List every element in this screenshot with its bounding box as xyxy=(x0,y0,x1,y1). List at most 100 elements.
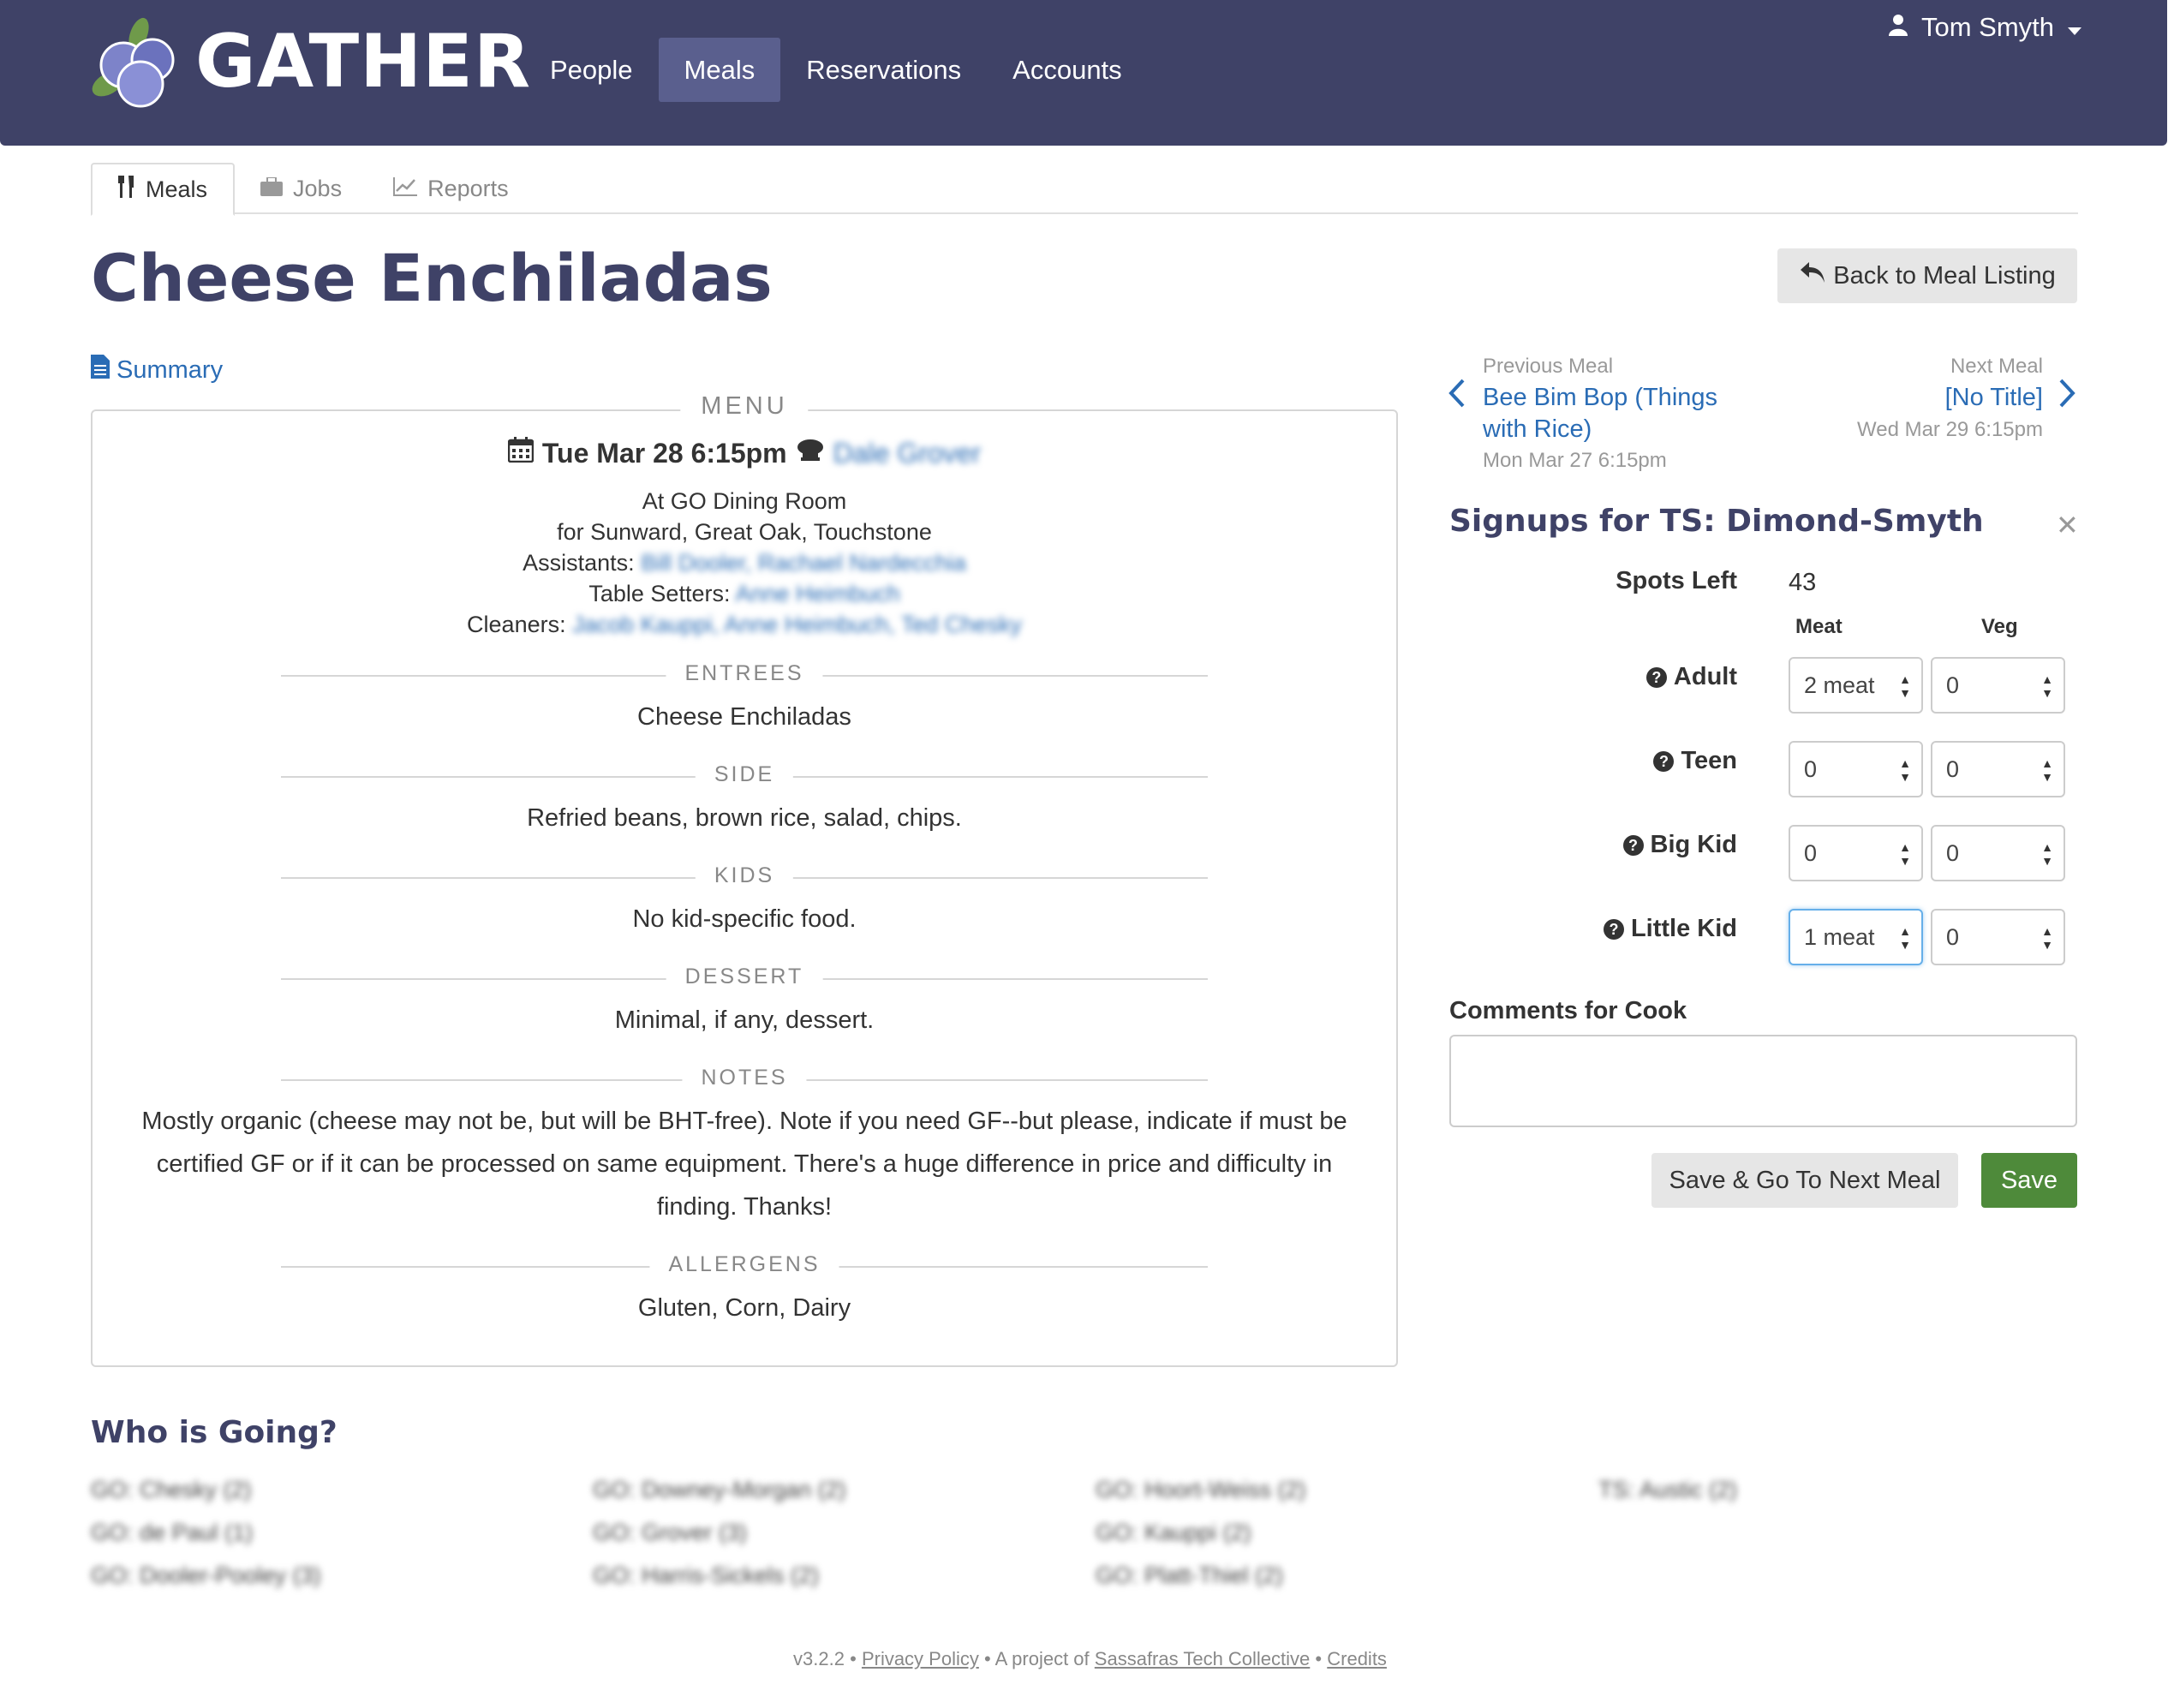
comments-label: Comments for Cook xyxy=(1449,997,1687,1024)
row-label-little-kid: ? Little Kid xyxy=(1508,915,1737,943)
allergens-text: Gluten, Corn, Dairy xyxy=(637,1294,851,1322)
question-circle-icon[interactable]: ? xyxy=(1653,751,1675,772)
document-icon xyxy=(91,355,110,385)
meal-communities: for Sunward, Great Oak, Touchstone xyxy=(557,519,932,545)
question-circle-icon[interactable]: ? xyxy=(1645,667,1667,688)
select-arrows-icon: ▲ ▼ xyxy=(1899,924,1911,952)
row-label-teen: ? Teen xyxy=(1508,747,1737,775)
attendee-item: GO: Kauppi (2) xyxy=(1096,1520,1251,1545)
summary-label: Summary xyxy=(116,355,224,384)
privacy-policy-link[interactable]: Privacy Policy xyxy=(862,1648,979,1669)
meal-datetime: Tue Mar 28 6:15pm Dale Grover xyxy=(93,437,1396,469)
attendee-item: GO: Grover (3) xyxy=(593,1520,748,1545)
subtab-jobs-label: Jobs xyxy=(293,175,343,201)
menu-panel: MENU Tue Mar 28 6:15pm Dale Grover At GO… xyxy=(91,392,1398,1367)
page-footer: v3.2.2 • Privacy Policy • A project of S… xyxy=(793,1648,1387,1669)
adult-meat-select[interactable]: 2 meat ▲ ▼ xyxy=(1789,657,1923,714)
top-navbar: GATHER People Meals Reservations Account… xyxy=(0,0,2167,146)
nav-meals[interactable]: Meals xyxy=(658,38,781,102)
nav-reservations[interactable]: Reservations xyxy=(780,38,987,102)
adult-veg-select[interactable]: 0 ▲ ▼ xyxy=(1931,657,2065,714)
spots-left-label: Spots Left xyxy=(1616,567,1737,594)
close-icon[interactable]: ✕ xyxy=(2056,509,2079,541)
page-title: Cheese Enchiladas xyxy=(91,240,773,316)
calendar-icon xyxy=(507,437,535,469)
save-button[interactable]: Save xyxy=(1981,1153,2077,1208)
row-label-adult: ? Adult xyxy=(1508,663,1737,691)
teen-meat-select[interactable]: 0 ▲ ▼ xyxy=(1789,741,1923,797)
cleaners-names[interactable]: Jacob Kauppi, Anne Heimbuch, Ted Chesky xyxy=(572,612,1022,637)
previous-meal-date: Mon Mar 27 6:15pm xyxy=(1483,449,1667,472)
veg-column-header: Veg xyxy=(1981,615,2018,638)
big-kid-meat-select[interactable]: 0 ▲ ▼ xyxy=(1789,825,1923,881)
assistants-names[interactable]: Bill Dooler, Rachael Nardecchia xyxy=(641,550,966,576)
user-icon xyxy=(1888,12,1908,43)
subtab-reports-label: Reports xyxy=(427,175,509,201)
brand-name: GATHER xyxy=(195,19,532,105)
section-dessert: DESSERT xyxy=(281,964,1208,989)
reply-arrow-icon xyxy=(1799,260,1826,291)
previous-meal-link[interactable]: Bee Bim Bop (Things with Rice) xyxy=(1483,382,1717,445)
section-kids: KIDS xyxy=(281,863,1208,888)
summary-link[interactable]: Summary xyxy=(91,355,223,385)
subtab-meals-label: Meals xyxy=(146,176,208,202)
teen-veg-select[interactable]: 0 ▲ ▼ xyxy=(1931,741,2065,797)
credits-link[interactable]: Credits xyxy=(1327,1648,1387,1669)
subtab-reports[interactable]: Reports xyxy=(367,163,535,214)
attendee-item: GO: Dooler-Pooley (3) xyxy=(91,1562,321,1588)
attendee-item: GO: Harris-Sickels (2) xyxy=(593,1562,820,1588)
little-kid-veg-select[interactable]: 0 ▲ ▼ xyxy=(1931,909,2065,965)
subtab-meals[interactable]: Meals xyxy=(91,163,236,216)
briefcase-icon xyxy=(260,176,284,202)
menu-legend: MENU xyxy=(680,392,809,421)
meal-assistants: Assistants: Bill Dooler, Rachael Nardecc… xyxy=(523,550,966,576)
little-kid-meat-select[interactable]: 1 meat ▲ ▼ xyxy=(1789,909,1923,965)
chevron-left-icon[interactable] xyxy=(1448,375,1466,418)
back-to-listing-button[interactable]: Back to Meal Listing xyxy=(1777,248,2077,303)
attendee-item: GO: de Paul (1) xyxy=(91,1520,254,1545)
chef-hat-icon xyxy=(796,438,825,469)
meat-column-header: Meat xyxy=(1795,615,1843,638)
big-kid-veg-select[interactable]: 0 ▲ ▼ xyxy=(1931,825,2065,881)
kids-text: No kid-specific food. xyxy=(632,905,857,933)
select-arrows-icon: ▲ ▼ xyxy=(2041,756,2053,784)
save-and-next-button[interactable]: Save & Go To Next Meal xyxy=(1651,1153,1958,1208)
next-meal-link[interactable]: [No Title] xyxy=(1945,382,2043,414)
next-meal-date: Wed Mar 29 6:15pm xyxy=(1857,418,2043,441)
entrees-text: Cheese Enchiladas xyxy=(637,703,851,731)
meal-cleaners: Cleaners: Jacob Kauppi, Anne Heimbuch, T… xyxy=(467,612,1022,637)
attendee-item: GO: Downey-Morgan (2) xyxy=(593,1477,846,1502)
meal-table-setters: Table Setters: Anne Heimbuch xyxy=(588,581,900,606)
line-chart-icon xyxy=(393,176,418,202)
select-arrows-icon: ▲ ▼ xyxy=(2041,924,2053,952)
meals-subtabs: Meals Jobs Reports xyxy=(91,163,2078,216)
gather-logo[interactable]: GATHER xyxy=(89,15,531,108)
select-arrows-icon: ▲ ▼ xyxy=(2041,840,2053,868)
select-arrows-icon: ▲ ▼ xyxy=(1899,840,1911,868)
select-arrows-icon: ▲ ▼ xyxy=(1899,756,1911,784)
head-cook-link[interactable]: Dale Grover xyxy=(833,438,982,469)
attendee-item: GO: Platt-Thiel (2) xyxy=(1096,1562,1284,1588)
chevron-right-icon[interactable] xyxy=(2058,375,2076,418)
side-text: Refried beans, brown rice, salad, chips. xyxy=(527,804,962,832)
spots-left-value: 43 xyxy=(1789,569,1817,596)
who-is-going-heading: Who is Going? xyxy=(91,1415,337,1450)
sassafras-link[interactable]: Sassafras Tech Collective xyxy=(1095,1648,1311,1669)
notes-text: Mostly organic (cheese may not be, but w… xyxy=(141,1108,1347,1221)
attendee-item: GO: Chesky (2) xyxy=(91,1477,252,1502)
signup-title: Signups for TS: Dimond-Smyth xyxy=(1449,504,1984,539)
section-notes: NOTES xyxy=(281,1066,1208,1090)
nav-people[interactable]: People xyxy=(524,38,659,102)
caret-down-icon xyxy=(2068,12,2081,43)
section-entrees: ENTREES xyxy=(281,661,1208,686)
nav-accounts[interactable]: Accounts xyxy=(987,38,1148,102)
table-setters-names[interactable]: Anne Heimbuch xyxy=(735,581,899,606)
user-menu[interactable]: Tom Smyth xyxy=(1888,12,2081,43)
row-label-big-kid: ? Big Kid xyxy=(1508,831,1737,859)
question-circle-icon[interactable]: ? xyxy=(1603,919,1624,940)
section-allergens: ALLERGENS xyxy=(281,1252,1208,1277)
comments-textarea[interactable] xyxy=(1449,1035,2077,1127)
select-arrows-icon: ▲ ▼ xyxy=(2041,672,2053,700)
question-circle-icon[interactable]: ? xyxy=(1622,835,1644,856)
subtab-jobs[interactable]: Jobs xyxy=(235,163,367,214)
